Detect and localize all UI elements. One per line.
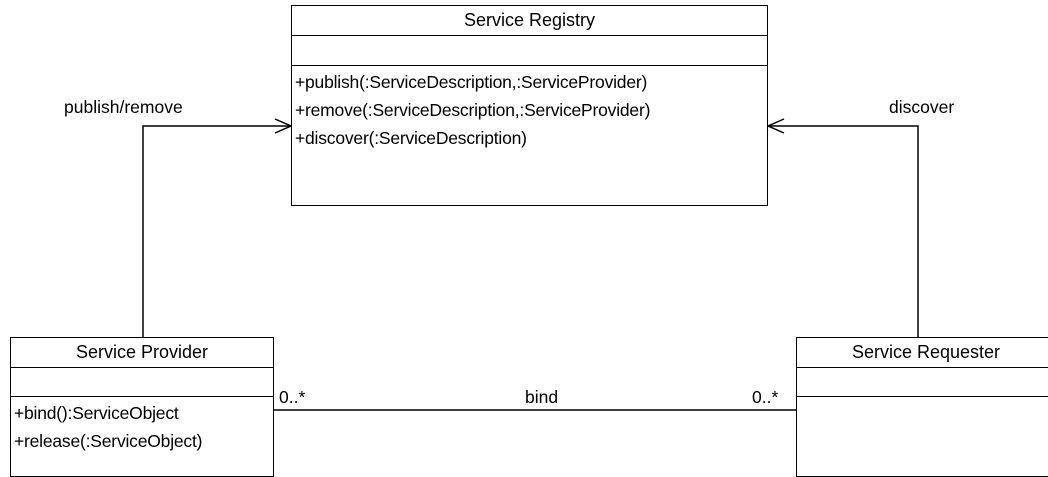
service-registry-class: Service Registry +publish(:ServiceDescri… (291, 5, 768, 206)
service-registry-operations: +publish(:ServiceDescription,:ServicePro… (292, 66, 767, 152)
service-provider-attributes (11, 368, 273, 397)
registry-operation-discover: +discover(:ServiceDescription) (295, 128, 527, 148)
service-provider-class: Service Provider +bind():ServiceObject +… (10, 337, 274, 477)
service-requester-class: Service Requester (796, 337, 1048, 477)
registry-operation-publish: +publish(:ServiceDescription,:ServicePro… (295, 72, 648, 92)
service-registry-name: Service Registry (292, 6, 767, 36)
service-requester-attributes (797, 368, 1048, 397)
discover-association-line (768, 125, 919, 337)
discover-label: discover (889, 97, 955, 117)
service-requester-name: Service Requester (797, 338, 1048, 368)
service-provider-name: Service Provider (11, 338, 273, 368)
provider-operation-bind: +bind():ServiceObject (14, 403, 179, 423)
registry-operation-remove: +remove(:ServiceDescription,:ServiceProv… (295, 100, 651, 120)
service-registry-attributes (292, 36, 767, 66)
bind-provider-multiplicity: 0..* (279, 387, 306, 407)
bind-requester-multiplicity: 0..* (752, 387, 779, 407)
provider-operation-release: +release(:ServiceObject) (14, 431, 203, 451)
publish-remove-association-line (142, 125, 291, 337)
bind-label: bind (525, 387, 559, 407)
service-provider-operations: +bind():ServiceObject +release(:ServiceO… (11, 397, 273, 455)
publish-remove-label: publish/remove (64, 97, 183, 117)
